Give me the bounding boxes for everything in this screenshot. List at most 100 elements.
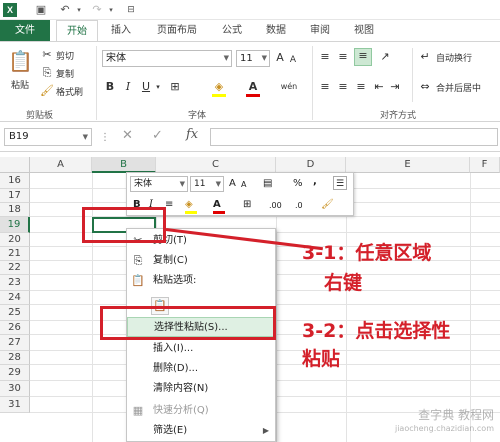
- mini-align-center-icon[interactable]: ≡: [165, 198, 173, 212]
- orientation-icon[interactable]: ↗: [378, 50, 392, 64]
- menu-item-delete[interactable]: 删除(D)...: [127, 359, 275, 379]
- row-header-23[interactable]: 23: [0, 275, 30, 291]
- tab-home[interactable]: 开始: [56, 20, 98, 41]
- format-painter-button[interactable]: 格式刷: [56, 85, 83, 98]
- mini-borders-icon[interactable]: ⊞: [243, 198, 251, 212]
- mini-format-painter-icon[interactable]: 🖌: [321, 198, 334, 212]
- save-icon[interactable]: ▣: [34, 3, 48, 17]
- name-box[interactable]: B19 ▼: [4, 128, 92, 146]
- row-header-20[interactable]: 20: [0, 233, 30, 247]
- mini-number-format-icon[interactable]: ▤: [263, 177, 272, 191]
- tab-review[interactable]: 审阅: [300, 20, 340, 41]
- row-header-16[interactable]: 16: [0, 173, 30, 189]
- cut-button[interactable]: 剪切: [56, 49, 74, 62]
- ribbon-separator: [312, 46, 313, 120]
- chevron-down-icon[interactable]: ▾: [154, 80, 162, 94]
- row-header-29[interactable]: 29: [0, 365, 30, 381]
- mini-fill-color-icon[interactable]: ◈: [185, 198, 193, 212]
- row-header-25[interactable]: 25: [0, 305, 30, 321]
- underline-button[interactable]: U: [140, 80, 152, 94]
- mini-shrink-font-icon[interactable]: A: [241, 178, 246, 192]
- bold-button[interactable]: B: [104, 80, 116, 94]
- align-right-icon[interactable]: ≡: [354, 80, 368, 94]
- italic-button[interactable]: I: [122, 80, 134, 94]
- grow-font-icon[interactable]: A: [274, 51, 286, 65]
- phonetic-icon[interactable]: wén: [280, 80, 298, 94]
- menu-item-filter[interactable]: 筛选(E) ▶: [127, 421, 275, 441]
- mini-font-name-combo[interactable]: 宋体 ▼: [130, 176, 188, 192]
- row-header-21[interactable]: 21: [0, 247, 30, 261]
- mini-font-size-combo[interactable]: 11 ▼: [190, 176, 224, 192]
- row-header-22[interactable]: 22: [0, 261, 30, 275]
- merge-center-button[interactable]: 合并后居中: [436, 81, 481, 94]
- tab-insert[interactable]: 插入: [100, 20, 142, 41]
- font-name-combo[interactable]: 宋体 ▼: [102, 50, 232, 67]
- shrink-font-icon[interactable]: A: [288, 53, 298, 67]
- column-header-e[interactable]: E: [346, 157, 470, 173]
- paste-icon[interactable]: 📋: [8, 48, 33, 74]
- row-header-19[interactable]: 19: [0, 217, 30, 233]
- column-header-f[interactable]: F: [470, 157, 500, 173]
- mini-percent-button[interactable]: %: [293, 177, 303, 191]
- menu-item-insert[interactable]: 插入(I)...: [127, 339, 275, 359]
- mini-format-cells-icon[interactable]: ☰: [333, 176, 347, 190]
- row-header-17[interactable]: 17: [0, 189, 30, 203]
- row-header-30[interactable]: 30: [0, 381, 30, 397]
- formula-input[interactable]: [210, 128, 498, 146]
- wrap-text-button[interactable]: 自动换行: [436, 51, 472, 64]
- align-middle-icon[interactable]: ≡: [336, 50, 350, 64]
- tab-data[interactable]: 数据: [256, 20, 296, 41]
- undo-dropdown-icon[interactable]: ▾: [72, 3, 86, 17]
- row-header-27[interactable]: 27: [0, 335, 30, 351]
- redo-icon[interactable]: ↷: [90, 3, 104, 17]
- row-header-26[interactable]: 26: [0, 321, 30, 335]
- row-header-18[interactable]: 18: [0, 203, 30, 217]
- cancel-icon[interactable]: ✕: [122, 128, 133, 143]
- mini-decrease-decimal-icon[interactable]: .0: [295, 199, 303, 213]
- row-header-28[interactable]: 28: [0, 351, 30, 365]
- borders-icon[interactable]: ⊞: [168, 80, 182, 94]
- enter-icon[interactable]: ✓: [152, 128, 163, 143]
- tab-view[interactable]: 视图: [344, 20, 384, 41]
- column-header-a[interactable]: A: [30, 157, 92, 173]
- wrap-text-icon[interactable]: ↵: [418, 50, 432, 64]
- format-painter-icon[interactable]: 🖌: [40, 84, 54, 98]
- undo-icon[interactable]: ↶: [58, 3, 72, 17]
- insert-function-icon[interactable]: fx: [186, 127, 198, 142]
- row-header-24[interactable]: 24: [0, 291, 30, 305]
- paste-button[interactable]: 粘贴: [11, 78, 29, 91]
- increase-indent-icon[interactable]: ⇥: [388, 80, 402, 94]
- row-header-31[interactable]: 31: [0, 397, 30, 413]
- font-size-combo[interactable]: 11 ▼: [236, 50, 270, 67]
- menu-item-clear-contents[interactable]: 清除内容(N): [127, 379, 275, 399]
- column-header-d[interactable]: D: [276, 157, 346, 173]
- ribbon-tabs: 文件 开始 插入 页面布局 公式 数据 审阅 视图: [0, 20, 500, 41]
- tab-formulas[interactable]: 公式: [212, 20, 252, 41]
- decrease-indent-icon[interactable]: ⇤: [372, 80, 386, 94]
- select-all-corner[interactable]: [0, 157, 30, 173]
- cut-icon[interactable]: ✂: [40, 48, 54, 62]
- tab-page-layout[interactable]: 页面布局: [146, 20, 208, 41]
- copy-button[interactable]: 复制: [56, 67, 74, 80]
- tab-file[interactable]: 文件: [0, 20, 50, 41]
- align-top-icon[interactable]: ≡: [318, 50, 332, 64]
- copy-icon[interactable]: ⎘: [40, 66, 54, 80]
- mini-comma-button[interactable]: ,: [313, 175, 317, 189]
- mini-increase-decimal-icon[interactable]: .00: [269, 199, 282, 213]
- redo-dropdown-icon[interactable]: ▾: [104, 3, 118, 17]
- watermark: 查字典 教程网 jiaocheng.chazidian.com: [394, 408, 494, 433]
- column-header-b[interactable]: B: [92, 157, 156, 173]
- menu-item-quick-analysis[interactable]: ▦ 快速分析(Q): [127, 401, 275, 421]
- mini-grow-font-icon[interactable]: A: [229, 177, 236, 191]
- column-header-c[interactable]: C: [156, 157, 276, 173]
- align-center-icon[interactable]: ≡: [336, 80, 350, 94]
- merge-center-icon[interactable]: ⇔: [418, 80, 432, 94]
- align-bottom-icon[interactable]: ≡: [354, 48, 372, 66]
- fill-color-icon[interactable]: ◈: [212, 80, 226, 94]
- chevron-down-icon: ▼: [179, 180, 185, 188]
- menu-item-copy[interactable]: ⎘ 复制(C): [127, 251, 275, 271]
- customize-qat-icon[interactable]: ⊟: [124, 3, 138, 17]
- font-color-icon[interactable]: A: [246, 80, 260, 94]
- align-left-icon[interactable]: ≡: [318, 80, 332, 94]
- mini-font-color-icon[interactable]: A: [213, 198, 221, 212]
